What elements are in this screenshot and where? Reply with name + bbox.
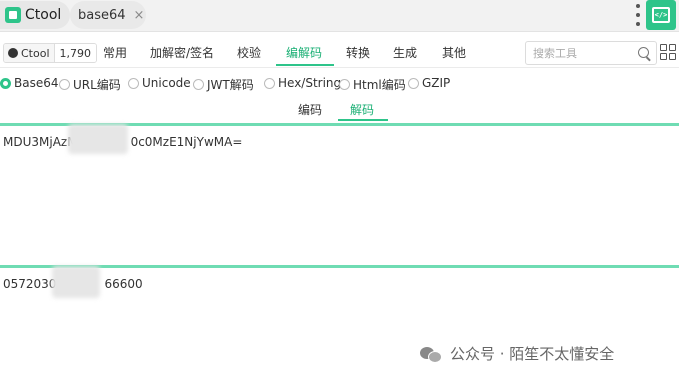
app-name: Ctool <box>25 7 62 23</box>
tool-unicode[interactable]: Unicode <box>128 76 191 90</box>
tab-decode[interactable]: 解码 <box>350 101 374 118</box>
wechat-icon <box>420 345 442 363</box>
radio-icon[interactable] <box>339 79 350 90</box>
radio-icon[interactable] <box>193 79 204 90</box>
active-category-indicator <box>276 64 334 66</box>
radio-icon[interactable] <box>59 79 70 90</box>
output-text-start: 0572030 <box>3 277 57 291</box>
tool-jwt[interactable]: JWT解码 <box>193 76 254 93</box>
apps-grid-icon[interactable] <box>660 44 676 60</box>
tab-base64[interactable]: base64 × <box>70 1 146 29</box>
github-badge[interactable]: Ctool 1,790 <box>3 43 98 63</box>
close-icon[interactable]: × <box>134 8 145 23</box>
search-icon[interactable] <box>638 47 649 58</box>
redaction-blur <box>52 266 100 298</box>
radio-selected-icon[interactable] <box>0 77 11 89</box>
radio-icon[interactable] <box>408 77 419 89</box>
active-mode-indicator <box>338 119 388 121</box>
code-icon: </> <box>652 7 670 23</box>
title-bar: Ctool base64 × </> <box>0 0 679 32</box>
input-textarea[interactable]: MDU3MjAzM 0c0MzE1NjYwMA= <box>0 123 679 268</box>
category-other[interactable]: 其他 <box>442 44 466 61</box>
more-menu-icon[interactable] <box>633 4 643 26</box>
github-label: Ctool <box>21 46 50 60</box>
ctool-logo-icon <box>5 7 21 23</box>
tab-label: base64 <box>78 7 126 23</box>
category-crypto[interactable]: 加解密/签名 <box>150 44 214 61</box>
mode-tabs: 编码 解码 <box>0 100 679 122</box>
tool-label: GZIP <box>422 76 451 90</box>
category-checksum[interactable]: 校验 <box>237 44 261 61</box>
tab-encode[interactable]: 编码 <box>298 101 322 118</box>
category-bar: Ctool 1,790 常用 加解密/签名 校验 编解码 转换 生成 其他 <box>0 37 679 67</box>
category-encoding[interactable]: 编解码 <box>286 44 322 61</box>
app-tab[interactable]: Ctool <box>0 1 70 29</box>
input-text-end: 0c0MzE1NjYwMA= <box>130 135 243 149</box>
tool-html[interactable]: Html编码 <box>339 76 406 93</box>
tool-label: Html编码 <box>353 78 406 92</box>
category-common[interactable]: 常用 <box>103 44 127 61</box>
redaction-blur <box>68 124 128 154</box>
tool-options: Base64 URL编码 Unicode JWT解码 Hex/String Ht… <box>0 76 679 94</box>
github-icon <box>8 48 18 58</box>
input-text-start: MDU3MjAzM <box>3 135 78 149</box>
category-convert[interactable]: 转换 <box>346 44 370 61</box>
tool-label: Hex/String <box>278 76 342 90</box>
tool-hex-string[interactable]: Hex/String <box>264 76 341 90</box>
tool-label: URL编码 <box>73 78 121 92</box>
search-box[interactable] <box>525 41 657 65</box>
tool-label: Base64 <box>14 76 59 90</box>
tool-base64[interactable]: Base64 <box>0 76 59 90</box>
tool-label: JWT解码 <box>207 78 254 92</box>
radio-icon[interactable] <box>264 77 275 89</box>
divider <box>0 67 679 68</box>
tool-url[interactable]: URL编码 <box>59 76 121 93</box>
github-stars: 1,790 <box>59 46 92 60</box>
code-view-button[interactable]: </> <box>646 0 676 30</box>
tool-label: Unicode <box>142 76 191 90</box>
watermark: 公众号 · 陌笙不太懂安全 <box>420 343 614 364</box>
radio-icon[interactable] <box>128 77 139 89</box>
tool-gzip[interactable]: GZIP <box>408 76 450 90</box>
category-generate[interactable]: 生成 <box>393 44 417 61</box>
search-input[interactable] <box>533 46 641 60</box>
watermark-text: 公众号 · 陌笙不太懂安全 <box>450 345 615 363</box>
output-text-end: 66600 <box>104 277 143 291</box>
